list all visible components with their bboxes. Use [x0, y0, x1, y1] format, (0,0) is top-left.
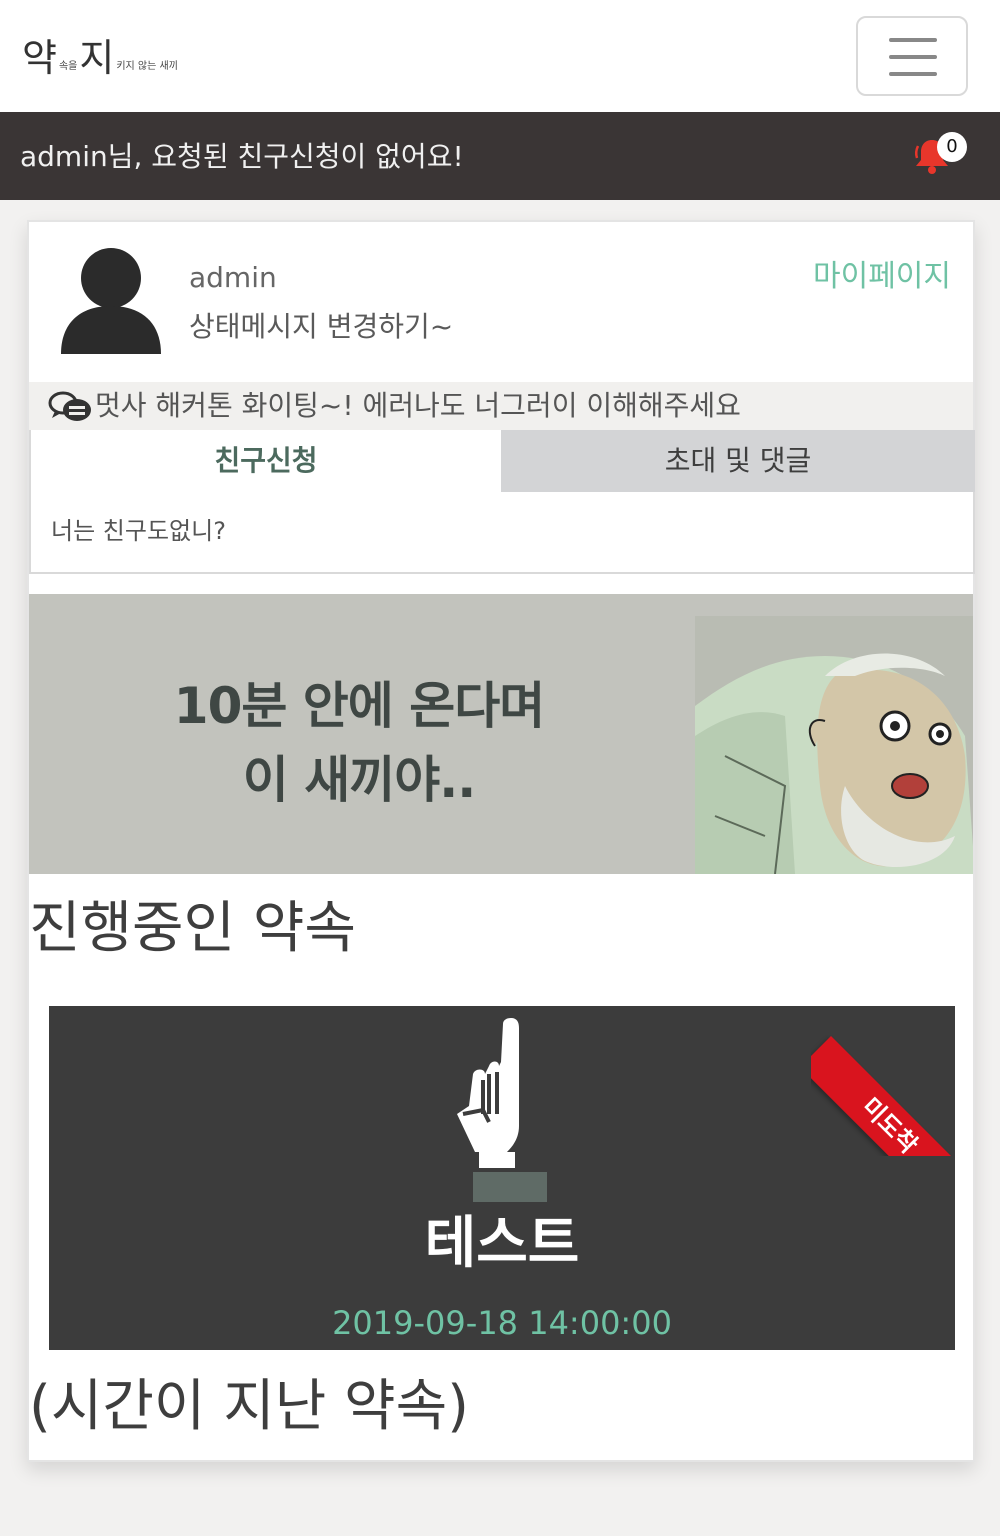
hamburger-icon	[889, 72, 937, 76]
tab-panel: 친구신청 초대 및 댓글 너는 친구도없니?	[29, 430, 975, 574]
motto-bar: 멋사 해커톤 화이팅~! 에러나도 너그러이 이해해주세요	[29, 382, 973, 430]
status-ribbon: 미도착	[811, 996, 971, 1156]
not-arrived-badge: 미도착	[811, 1036, 971, 1156]
status-message-link[interactable]: 상태메시지 변경하기~	[189, 310, 453, 344]
logo-small-2: 키지 않는 새끼	[116, 61, 178, 72]
hamburger-menu-button[interactable]	[856, 16, 968, 96]
banner-line-1: 10분 안에 온다며	[173, 677, 545, 735]
promise-title: 테스트	[424, 1211, 580, 1276]
mypage-link[interactable]: 마이페이지	[813, 260, 951, 294]
notification-count-badge: 0	[937, 132, 967, 162]
past-promises-title: (시간이 지난 약속)	[29, 1374, 469, 1439]
main-card: admin 상태메시지 변경하기~ 마이페이지 멋사 해커톤 화이팅~! 에러나…	[27, 220, 975, 1462]
notice-text: admin님, 요청된 친구신청이 없어요!	[20, 140, 464, 173]
user-silhouette-icon	[61, 248, 161, 354]
tab-invites-comments[interactable]: 초대 및 댓글	[501, 430, 975, 492]
tab-friend-requests[interactable]: 친구신청	[31, 430, 501, 492]
logo-char-1: 약	[22, 36, 57, 80]
hamburger-icon	[889, 55, 937, 59]
logo-small-1: 속을	[58, 61, 78, 72]
ongoing-promises-title: 진행중인 약속	[29, 896, 356, 961]
logo-char-2: 지	[79, 36, 115, 80]
old-man-cartoon-image	[695, 616, 973, 874]
motto-text: 멋사 해커톤 화이팅~! 에러나도 너그러이 이해해주세요	[95, 389, 741, 422]
banner-line-2: 이 새끼야..	[242, 751, 476, 809]
tab-content-text: 너는 친구도없니?	[51, 517, 226, 545]
logo[interactable]: 약 속을 지 키지 않는 새끼	[22, 28, 180, 78]
promise-datetime: 2019-09-18 14:00:00	[332, 1304, 672, 1342]
profile-username: admin	[189, 261, 277, 294]
chat-bubbles-icon	[48, 391, 91, 421]
friend-request-notice-bar: admin님, 요청된 친구신청이 없어요!	[0, 112, 1000, 200]
meme-banner: 10분 안에 온다며 이 새끼야..	[29, 594, 973, 874]
top-navbar: 약 속을 지 키지 않는 새끼	[0, 0, 1000, 112]
pointing-hand-icon	[457, 1018, 547, 1202]
hamburger-icon	[889, 38, 937, 42]
